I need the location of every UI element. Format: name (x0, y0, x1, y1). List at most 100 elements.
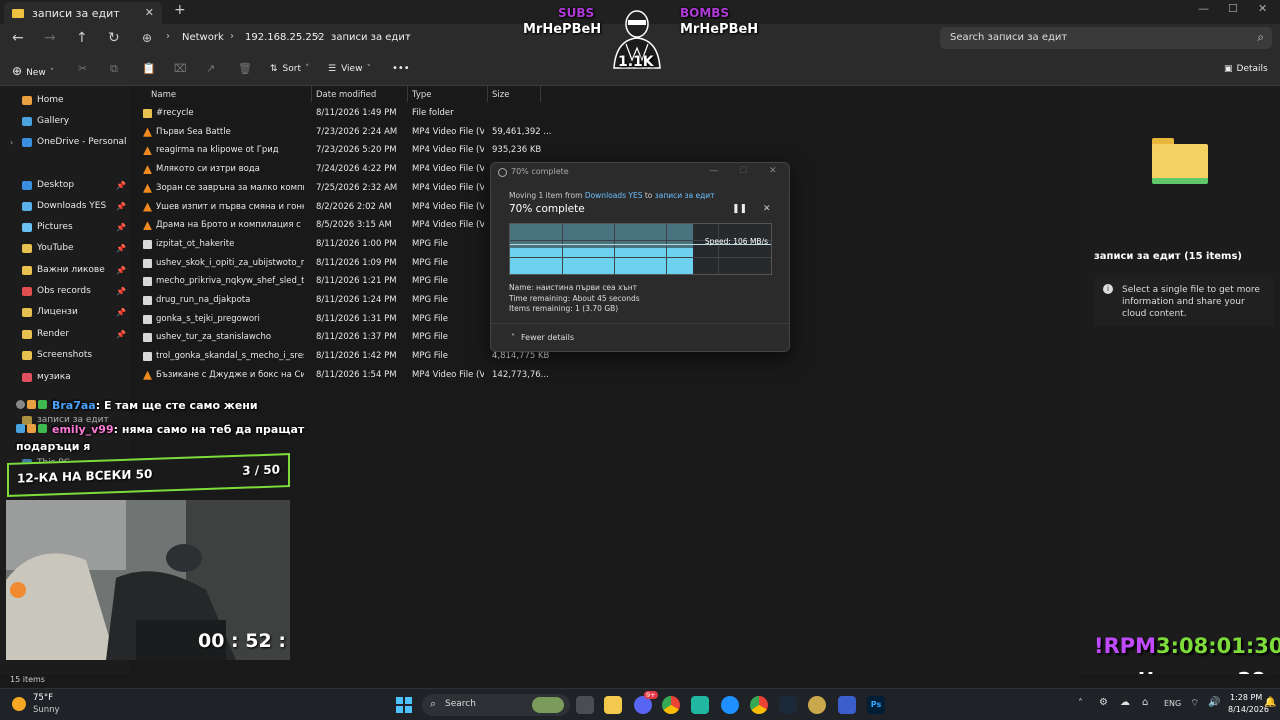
file-row[interactable]: drug_run_na_djakpota 8/11/2026 1:24 PM MPG… (140, 292, 540, 310)
column-divider[interactable] (311, 86, 312, 102)
notifications-icon[interactable]: 🔔 (1264, 697, 1276, 708)
rename-icon[interactable]: ⌧ (174, 62, 187, 75)
search-input[interactable]: Search записи за едит ⌕ (940, 27, 1272, 49)
chevron-right-icon[interactable]: › (10, 138, 13, 147)
tray-app-icon[interactable]: ⚙ (1099, 697, 1108, 708)
column-divider[interactable] (540, 86, 541, 102)
cancel-transfer-button[interactable]: ✕ (763, 204, 771, 214)
breadcrumb-separator-icon[interactable]: › (166, 31, 170, 42)
breadcrumb-network[interactable]: Network (182, 32, 224, 43)
sidebar-item-youtube[interactable]: YouTube 📌 (10, 239, 128, 257)
column-header-size[interactable]: Size (492, 90, 509, 100)
cut-icon[interactable]: ✂ (78, 62, 87, 75)
column-header-name[interactable]: Name (151, 90, 176, 100)
close-window-button[interactable]: ✕ (1258, 2, 1267, 15)
delete-icon[interactable]: 🗑 (238, 62, 252, 75)
new-button[interactable]: ⊕ New ˅ (12, 64, 54, 78)
file-row[interactable]: ushev_tur_za_stanislawcho 8/11/2026 1:37 … (140, 329, 540, 347)
audio-app-icon[interactable] (691, 696, 709, 714)
breadcrumb-separator-icon[interactable]: › (230, 31, 234, 42)
view-button[interactable]: ☰ View ˅ (328, 64, 371, 74)
task-view-icon[interactable] (576, 696, 594, 714)
sidebar-item-pictures[interactable]: Pictures 📌 (10, 218, 128, 236)
sidebar-item-vazhni-likove[interactable]: Важни ликове 📌 (10, 261, 128, 279)
pause-button[interactable]: ❚❚ (732, 204, 747, 214)
sidebar-item-screenshots[interactable]: Screenshots (10, 346, 128, 364)
sidebar-item-muzika[interactable]: музика (10, 368, 128, 386)
sidebar-item-gallery[interactable]: Gallery (10, 112, 128, 130)
column-header-date[interactable]: Date modified (316, 90, 376, 100)
game-app-icon[interactable] (808, 696, 826, 714)
sidebar-item-desktop[interactable]: Desktop 📌 (10, 176, 128, 194)
sidebar-item-downloads[interactable]: Downloads YES 📌 (10, 197, 128, 215)
minimize-button[interactable]: — (1198, 2, 1209, 15)
file-row[interactable]: ushev_skok_i_opiti_za_ubijstwoto_mu 8/11/… (140, 255, 540, 273)
chrome-icon[interactable] (662, 696, 680, 714)
up-icon[interactable]: ↑ (76, 30, 88, 46)
tray-cloud-icon[interactable]: ☁ (1120, 697, 1130, 708)
clock-time[interactable]: 1:28 PM (1230, 693, 1262, 702)
taskbar-search[interactable]: ⌕ Search (422, 694, 570, 716)
chat-username: emily_v99 (52, 423, 114, 436)
file-row[interactable]: trol_gonka_skandal_s_mecho_i_sreshta_s..… (140, 348, 549, 366)
tab-close-icon[interactable]: ✕ (145, 6, 154, 19)
breadcrumb-ip[interactable]: 192.168.25.252 (245, 32, 325, 43)
sort-button[interactable]: ⇅ Sort ˅ (270, 64, 310, 74)
sidebar-item-obs-records[interactable]: Obs records 📌 (10, 282, 128, 300)
file-row[interactable]: izpitat_ot_hakerite 8/11/2026 1:00 PM MPG … (140, 236, 540, 254)
new-tab-button[interactable]: + (174, 2, 186, 18)
tray-chevron-up-icon[interactable]: ˄ (1078, 698, 1083, 709)
launcher-icon[interactable] (838, 696, 856, 714)
source-link[interactable]: Downloads YES (585, 191, 643, 200)
column-header-type[interactable]: Type (412, 90, 432, 100)
back-icon[interactable]: ← (12, 30, 24, 46)
tab-active[interactable]: записи за едит ✕ (4, 2, 162, 24)
file-row[interactable]: Драма на Брото и компилация с поява... 8/… (140, 217, 540, 235)
copy-icon[interactable]: ⧉ (110, 62, 118, 76)
more-options-button[interactable]: ••• (392, 63, 410, 74)
bombs-name: MrHePBeH (680, 22, 759, 37)
sidebar-item-render[interactable]: Render 📌 (10, 325, 128, 343)
forward-icon[interactable]: → (44, 30, 56, 46)
move-progress-dialog: 70% complete — ☐ ✕ Moving 1 item from Do… (490, 162, 790, 352)
weather-sun-icon[interactable] (12, 697, 26, 711)
weather-temp[interactable]: 75°F (33, 693, 53, 703)
file-row[interactable]: gonka_s_tejki_pregowori 8/11/2026 1:31 PM… (140, 311, 540, 329)
file-row[interactable]: mecho_prikriva_nqkyw_shef_sled_towa_s...… (140, 273, 540, 291)
share-icon[interactable]: ↗ (206, 62, 215, 75)
column-divider[interactable] (487, 86, 488, 102)
maximize-button[interactable]: ☐ (1228, 2, 1238, 15)
photoshop-icon[interactable]: Ps (867, 696, 885, 714)
clock-date[interactable]: 8/14/2026 (1228, 705, 1269, 714)
steam-icon[interactable] (779, 696, 797, 714)
file-row[interactable]: Бъзикане с Джудже и бокс на Синтома ... 8… (140, 367, 549, 385)
file-row[interactable]: Първи Sea Battle 7/23/2026 2:24 AM MP4 Vid… (140, 124, 551, 142)
language-indicator[interactable]: ENG (1164, 699, 1181, 708)
wifi-icon[interactable]: ⌔ (1190, 697, 1199, 710)
start-windows-icon[interactable] (396, 697, 412, 713)
details-button[interactable]: ▣ Details (1224, 64, 1268, 74)
file-row[interactable]: Млякото си изтри вода 7/24/2026 4:22 PM MP… (140, 161, 540, 179)
refresh-icon[interactable]: ↻ (108, 30, 120, 46)
breadcrumb-separator-icon[interactable]: › (316, 31, 320, 42)
file-row[interactable]: Зоран се завръна за малко компилаци... 7/… (140, 180, 540, 198)
tray-network-icon[interactable]: ⌂ (1142, 697, 1148, 708)
column-divider[interactable] (407, 86, 408, 102)
paste-icon[interactable]: 📋 (142, 62, 156, 75)
dialog-minimize-button[interactable]: — (709, 166, 718, 176)
sidebar-item-licenzi[interactable]: Лицензи 📌 (10, 303, 128, 321)
file-row[interactable]: Ушев изпит и първа смяна и гонки 8/2/2026… (140, 199, 540, 217)
sidebar-item-onedrive[interactable]: › OneDrive - Personal (10, 133, 128, 151)
file-row[interactable]: reagirma na klipowe ot Грид 7/23/2026 5:2… (140, 142, 541, 160)
file-explorer-icon[interactable] (604, 696, 622, 714)
dialog-close-button[interactable]: ✕ (769, 166, 777, 176)
chrome-profile-icon[interactable] (750, 696, 768, 714)
breadcrumb-folder[interactable]: записи за едит (331, 32, 411, 43)
file-row[interactable]: #recycle 8/11/2026 1:49 PM File folder (140, 105, 540, 123)
destination-link[interactable]: записи за едит (655, 191, 715, 200)
bolt-app-icon[interactable] (721, 696, 739, 714)
sidebar-item-home[interactable]: Home (10, 91, 128, 109)
breadcrumb-separator-icon[interactable]: › (406, 31, 410, 42)
volume-icon[interactable]: 🔊 (1208, 697, 1220, 708)
fewer-details-button[interactable]: ˄ Fewer details (511, 333, 574, 342)
